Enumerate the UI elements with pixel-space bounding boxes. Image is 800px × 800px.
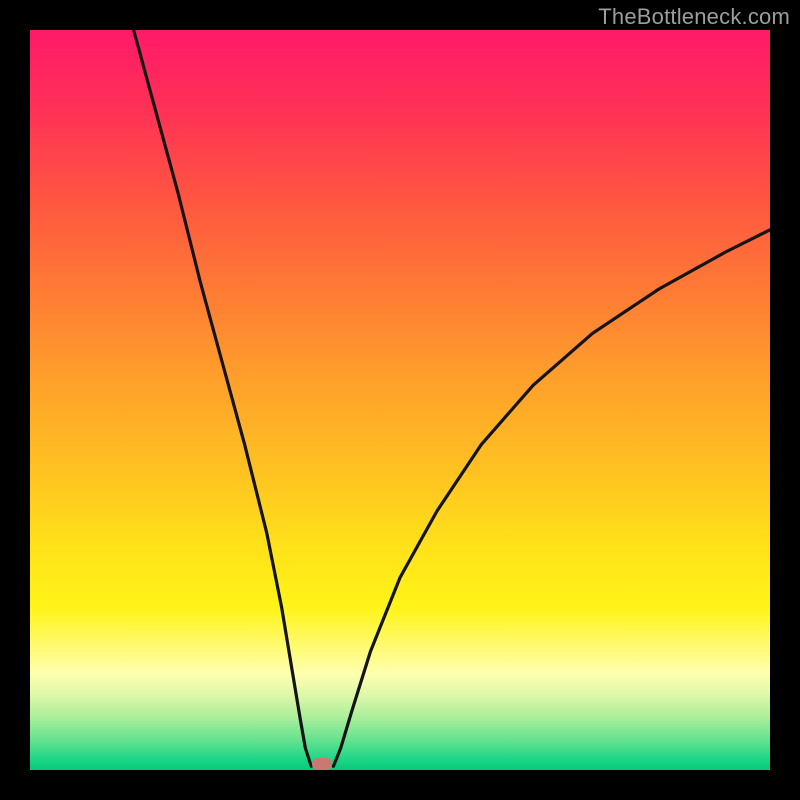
- curve-right-branch: [333, 230, 770, 767]
- bottleneck-curve: [30, 30, 770, 770]
- optimum-marker: [312, 758, 332, 770]
- watermark-text: TheBottleneck.com: [598, 4, 790, 30]
- curve-left-branch: [134, 30, 312, 766]
- plot-area: [30, 30, 770, 770]
- chart-frame: TheBottleneck.com: [0, 0, 800, 800]
